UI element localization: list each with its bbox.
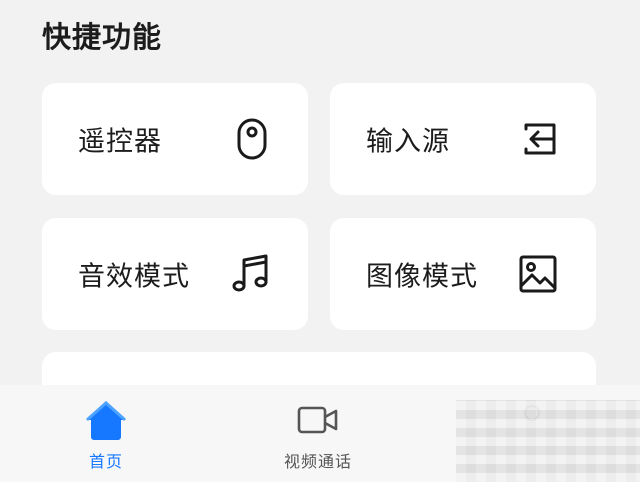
remote-card-label: 遥控器	[78, 126, 162, 158]
input-source-card[interactable]: 输入源	[330, 83, 596, 195]
input-source-icon	[516, 117, 560, 161]
remote-icon	[230, 117, 274, 161]
nav-item-home[interactable]: 首页	[36, 385, 176, 482]
video-camera-icon	[297, 405, 339, 439]
sound-mode-card[interactable]: 音效模式	[42, 218, 308, 330]
nav-item-video-call[interactable]: 视频通话	[248, 385, 388, 482]
music-note-icon	[230, 252, 274, 296]
pixelated-overlay-texture	[456, 400, 640, 482]
nav-video-call-label: 视频通话	[283, 452, 352, 471]
home-icon	[84, 399, 128, 445]
section-title: 快捷功能	[42, 20, 163, 54]
image-mode-card-label: 图像模式	[366, 261, 478, 293]
image-mode-card[interactable]: 图像模式	[330, 218, 596, 330]
image-icon	[516, 252, 560, 296]
nav-home-label: 首页	[88, 452, 123, 471]
sound-mode-card-label: 音效模式	[78, 261, 190, 293]
input-source-card-label: 输入源	[366, 126, 450, 158]
remote-card[interactable]: 遥控器	[42, 83, 308, 195]
